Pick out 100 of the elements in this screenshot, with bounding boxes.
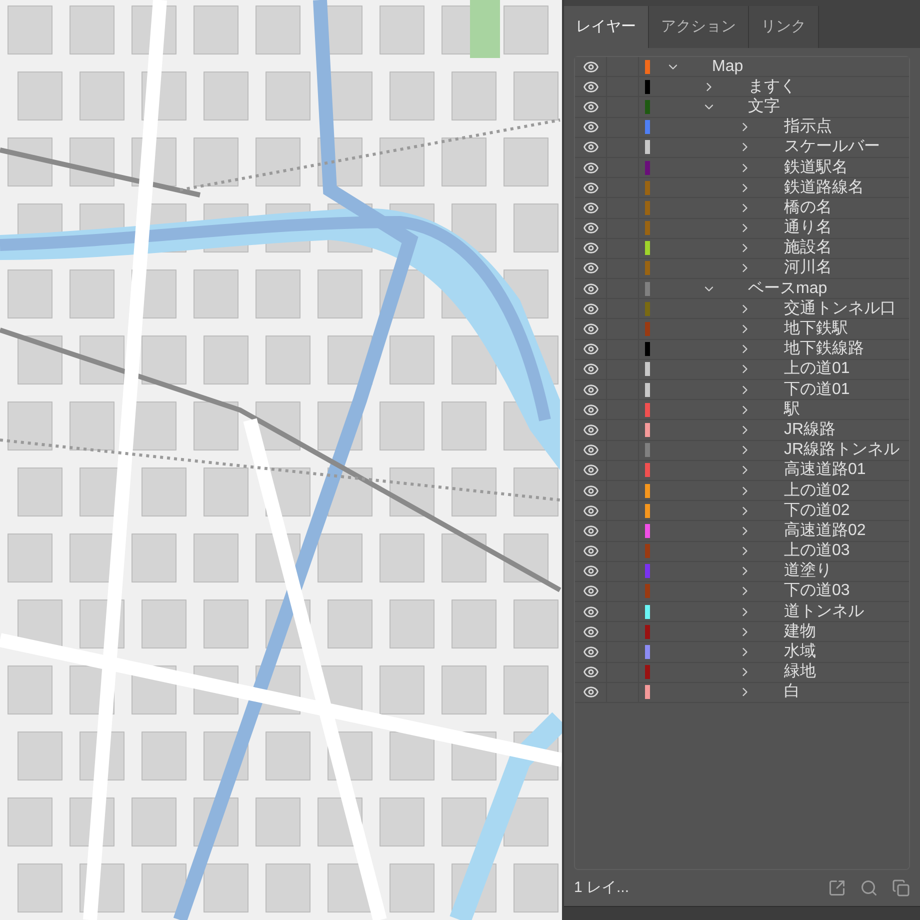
eye-icon[interactable] <box>582 583 598 600</box>
layer-name: 施設名 <box>784 240 832 256</box>
layer-name: ベースmap <box>748 280 828 297</box>
layer-name: 緑地 <box>784 664 816 680</box>
layer-name: 高速道路01 <box>784 462 866 478</box>
layer-row[interactable]: 水域 <box>575 642 909 663</box>
layer-name: 下の道01 <box>784 382 850 398</box>
eye-icon[interactable] <box>582 563 598 580</box>
eye-icon[interactable] <box>582 300 598 317</box>
eye-icon[interactable] <box>582 280 598 297</box>
eye-icon[interactable] <box>582 321 598 338</box>
layer-row[interactable]: 指示点 <box>575 118 909 138</box>
layer-name: 通り名 <box>784 220 832 236</box>
layer-row[interactable]: 交通トンネル口 <box>575 299 909 320</box>
layer-name: 交通トンネル口 <box>784 300 896 317</box>
layer-row[interactable]: 下の道02 <box>575 501 909 522</box>
layer-row[interactable]: 白 <box>575 682 909 703</box>
layer-name: JR線路トンネル <box>784 442 900 458</box>
layer-name: 文字 <box>748 98 780 115</box>
layer-name: JR線路 <box>784 422 836 438</box>
layer-name: 橋の名 <box>784 200 832 216</box>
layer-row[interactable]: 建物 <box>575 622 909 642</box>
layer-name: Map <box>712 58 744 75</box>
eye-icon[interactable] <box>582 240 598 256</box>
layer-name: 建物 <box>784 624 816 640</box>
eye-icon[interactable] <box>582 119 598 136</box>
eye-icon[interactable] <box>582 361 598 378</box>
layer-row[interactable]: 河川名 <box>575 258 909 280</box>
eye-icon[interactable] <box>582 139 598 156</box>
layer-row[interactable]: 橋の名 <box>575 198 909 218</box>
eye-icon[interactable] <box>582 522 598 539</box>
eye-icon[interactable] <box>582 644 598 660</box>
layer-name: 道塗り <box>784 563 832 580</box>
eye-icon[interactable] <box>582 462 598 478</box>
layer-row[interactable]: 鉄道駅名 <box>575 158 909 178</box>
layer-row[interactable]: 通り名 <box>575 218 909 239</box>
layer-row[interactable]: ベースmap <box>575 279 909 300</box>
layer-row[interactable]: 緑地 <box>575 662 909 683</box>
eye-icon[interactable] <box>582 422 598 438</box>
eye-icon[interactable] <box>582 604 598 620</box>
panel-tab[interactable]: レイヤー <box>564 6 649 48</box>
eye-icon[interactable] <box>582 220 598 236</box>
eye-icon[interactable] <box>582 58 598 75</box>
layer-name: 上の道01 <box>784 361 850 378</box>
layer-name: スケールバー <box>784 139 880 156</box>
layer-name: 地下鉄線路 <box>784 341 864 358</box>
layer-name: 河川名 <box>784 260 832 276</box>
eye-icon[interactable] <box>582 442 598 458</box>
eye-icon[interactable] <box>582 200 598 216</box>
layer-count: 1 レイ... <box>574 878 630 898</box>
eye-icon[interactable] <box>582 382 598 398</box>
layer-name: 鉄道路線名 <box>784 180 864 196</box>
layer-row[interactable]: ますく <box>575 77 909 98</box>
layer-name: 上の道02 <box>784 482 850 499</box>
layer-name: 水域 <box>784 644 816 660</box>
eye-icon[interactable] <box>582 98 598 115</box>
eye-icon[interactable] <box>582 664 598 680</box>
layer-row[interactable]: 上の道02 <box>575 480 909 502</box>
layer-row[interactable]: 鉄道路線名 <box>575 178 909 198</box>
panel-tab[interactable]: アクション <box>649 6 749 48</box>
eye-icon[interactable] <box>582 341 598 358</box>
layer-name: 白 <box>784 684 800 700</box>
eye-icon[interactable] <box>582 180 598 196</box>
panel-tab[interactable]: リンク <box>749 6 819 48</box>
eye-icon[interactable] <box>582 543 598 560</box>
layer-row[interactable]: JR線路 <box>575 420 909 441</box>
layer-name: 地下鉄駅 <box>784 321 848 338</box>
layer-name: ますく <box>748 78 796 95</box>
eye-icon[interactable] <box>582 260 598 276</box>
layer-row[interactable]: 上の道03 <box>575 542 909 562</box>
eye-icon[interactable] <box>582 502 598 519</box>
layer-row[interactable]: 道塗り <box>575 562 909 582</box>
layer-row[interactable]: スケールバー <box>575 138 909 158</box>
layer-row[interactable]: 地下鉄駅 <box>575 319 909 340</box>
export-icon[interactable] <box>828 879 846 897</box>
layer-row[interactable]: 地下鉄線路 <box>575 340 909 360</box>
layer-row[interactable]: 高速道路02 <box>575 521 909 542</box>
eye-icon[interactable] <box>582 78 598 95</box>
layer-row[interactable]: 道トンネル <box>575 602 909 622</box>
layer-row[interactable]: Map <box>575 57 909 78</box>
eye-icon[interactable] <box>582 482 598 499</box>
layer-row[interactable]: 下の道03 <box>575 582 909 602</box>
duplicate-icon[interactable] <box>892 879 910 897</box>
layer-row[interactable]: 駅 <box>575 400 909 420</box>
layer-name: 道トンネル <box>784 604 864 620</box>
layer-row[interactable]: 下の道01 <box>575 380 909 400</box>
layer-row[interactable]: JR線路トンネル <box>575 440 909 461</box>
layer-name: 上の道03 <box>784 543 850 560</box>
eye-icon[interactable] <box>582 402 598 418</box>
eye-icon[interactable] <box>582 684 598 700</box>
layer-row[interactable]: 文字 <box>575 97 909 118</box>
layer-row[interactable]: 上の道01 <box>575 360 909 380</box>
layer-row[interactable]: 施設名 <box>575 238 909 259</box>
eye-icon[interactable] <box>582 624 598 640</box>
layer-name: 高速道路02 <box>784 522 866 539</box>
eye-icon[interactable] <box>582 160 598 176</box>
layer-row[interactable]: 高速道路01 <box>575 460 909 481</box>
layer-name: 下の道03 <box>784 583 850 600</box>
layer-name: 下の道02 <box>784 502 850 519</box>
search-icon[interactable] <box>860 879 878 897</box>
